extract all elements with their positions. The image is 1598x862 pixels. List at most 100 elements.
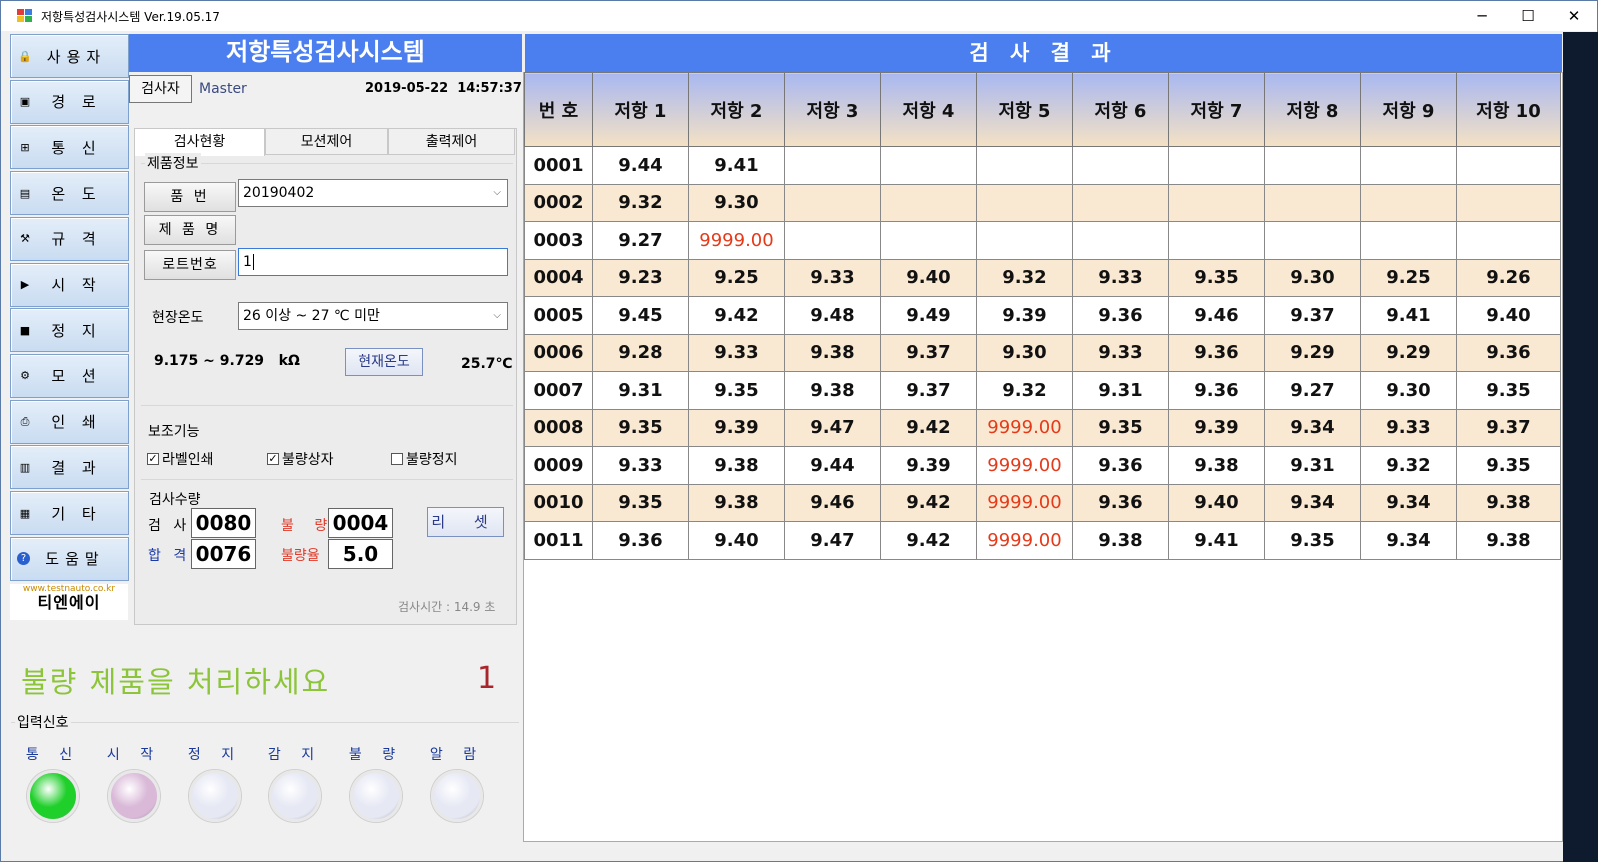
nav-button-7[interactable]: ⚙ 모 션	[10, 353, 129, 398]
row-number-cell: 0001	[524, 146, 593, 185]
nav-button-5[interactable]: ▶ 시 작	[10, 262, 129, 307]
resistance-cell: 9.30	[976, 333, 1073, 372]
signal-label: 정 지	[187, 747, 243, 763]
resistance-cell: 9.38	[784, 371, 881, 410]
signal-led	[350, 770, 402, 822]
nav-button-10[interactable]: ▦ 기 타	[10, 491, 129, 535]
table-row: 0003 9.27 9999.00	[524, 221, 1561, 260]
nav-button-2[interactable]: ⊞ 통 신	[10, 125, 129, 170]
resistance-cell: 9.34	[1360, 483, 1457, 522]
temperature-select[interactable]: 26 이상 ~ 27 ℃ 미만 ⌵	[238, 302, 508, 330]
spec-range-text: 9.175 ~ 9.729	[154, 353, 265, 369]
reset-button[interactable]: 리 셋	[427, 507, 504, 537]
resistance-cell: 9.33	[1072, 333, 1169, 372]
resistance-cell: 9.47	[784, 521, 881, 560]
part-no-select[interactable]: 20190402 ⌵	[238, 179, 508, 207]
lot-input[interactable]: 1	[238, 248, 508, 276]
signal-label: 시 작	[106, 747, 162, 763]
tab-output[interactable]: 출력제어	[388, 128, 515, 155]
resistance-cell: 9.36	[592, 521, 689, 560]
resistance-cell: 9.33	[1360, 408, 1457, 447]
resistance-cell: 9.38	[784, 333, 881, 372]
signal-led	[431, 770, 483, 822]
resistance-cell	[784, 221, 881, 260]
nav-button-3[interactable]: ▤ 온 도	[10, 171, 129, 216]
resistance-cell: 9.36	[1168, 333, 1265, 372]
resistance-cell: 9.39	[976, 296, 1073, 335]
resistance-cell	[976, 221, 1073, 260]
nav-label: 결 과	[51, 458, 102, 477]
tab-status[interactable]: 검사현황	[134, 128, 265, 156]
pass-count-label: 합 격	[148, 548, 191, 564]
nav-button-1[interactable]: ▣ 경 로	[10, 79, 129, 124]
nav-label: 인 쇄	[51, 413, 102, 432]
help-icon: ?	[17, 552, 30, 566]
column-header: 번 호	[524, 72, 593, 147]
title-bar: 저항특성검사시스템 Ver.19.05.17 ─ ☐ ✕	[1, 1, 1597, 31]
defect-stop-checkbox[interactable]: 불량정지	[391, 449, 458, 469]
resistance-cell: 9.30	[688, 183, 785, 222]
divider	[11, 722, 519, 723]
resistance-cell	[1264, 146, 1361, 185]
resistance-cell: 9.37	[880, 371, 977, 410]
lock-icon: 🔒	[18, 49, 32, 63]
table-row: 0011 9.36 9.40 9.47 9.42 9999.00 9.38 9.41 9.35 9…	[524, 521, 1561, 560]
resistance-cell: 9.44	[784, 446, 881, 485]
current-temp-button[interactable]: 현재온도	[345, 348, 423, 376]
column-header: 저항 10	[1456, 72, 1561, 147]
defect-box-checkbox[interactable]: ✓ 불량상자	[267, 449, 334, 469]
signal-label: 감 지	[267, 747, 323, 763]
nav-button-8[interactable]: ⎙ 인 쇄	[10, 399, 129, 444]
resistance-cell: 9999.00	[688, 221, 785, 260]
divider	[141, 479, 513, 480]
label-print-checkbox[interactable]: ✓ 라벨인쇄	[147, 449, 214, 469]
resistance-cell	[976, 183, 1073, 222]
table-row: 0002 9.32 9.30	[524, 183, 1561, 222]
resistance-cell: 9.26	[1456, 258, 1561, 297]
resistance-cell: 9.31	[1072, 371, 1169, 410]
resistance-cell	[880, 221, 977, 260]
table-row: 0001 9.44 9.41	[524, 146, 1561, 185]
inspector-name: Master	[199, 81, 247, 97]
resistance-cell	[1168, 146, 1265, 185]
spec-unit: kΩ	[278, 353, 300, 369]
resistance-cell: 9.36	[1456, 333, 1561, 372]
nav-label: 도움말	[45, 550, 105, 569]
resistance-cell: 9.40	[688, 521, 785, 560]
signal-led	[27, 770, 79, 822]
resistance-cell: 9.48	[784, 296, 881, 335]
window-title: 저항특성검사시스템 Ver.19.05.17	[41, 9, 220, 24]
tab-motion[interactable]: 모션제어	[265, 128, 388, 155]
resistance-cell: 9.41	[688, 146, 785, 185]
minimize-button[interactable]: ─	[1459, 1, 1505, 31]
resistance-cell: 9.42	[688, 296, 785, 335]
nav-button-6[interactable]: ■ 정 지	[10, 308, 129, 353]
resistance-cell: 9.25	[1360, 258, 1457, 297]
resistance-cell: 9.37	[1456, 408, 1561, 447]
resistance-cell: 9999.00	[976, 521, 1073, 560]
defect-stop-text: 불량정지	[406, 452, 458, 468]
nav-button-9[interactable]: ▥ 결 과	[10, 445, 129, 490]
inspector-button[interactable]: 검사자	[129, 75, 192, 103]
row-number-cell: 0002	[524, 183, 593, 222]
pass-count: 0076	[191, 539, 256, 569]
nav-button-11[interactable]: ? 도움말	[10, 536, 129, 581]
nav-label: 통 신	[51, 138, 102, 157]
resistance-cell: 9.41	[1360, 296, 1457, 335]
resistance-cell: 9.38	[1456, 521, 1561, 560]
close-button[interactable]: ✕	[1551, 1, 1597, 31]
resistance-cell: 9.32	[592, 183, 689, 222]
nav-label: 기 타	[51, 504, 102, 523]
resistance-cell	[1168, 221, 1265, 260]
resistance-cell: 9999.00	[976, 483, 1073, 522]
maximize-button[interactable]: ☐	[1505, 1, 1551, 31]
resistance-cell: 9.35	[1168, 258, 1265, 297]
motion-icon: ⚙	[20, 369, 30, 383]
temperature-label: 현장온도	[152, 310, 204, 326]
etc-icon: ▦	[19, 506, 31, 520]
nav-button-0[interactable]: 🔒 사용자	[10, 34, 129, 78]
nav-label: 정 지	[51, 321, 102, 340]
nav-button-4[interactable]: ⚒ 규 격	[10, 216, 129, 261]
resistance-cell	[1456, 146, 1561, 185]
nav-label: 규 격	[51, 230, 102, 249]
